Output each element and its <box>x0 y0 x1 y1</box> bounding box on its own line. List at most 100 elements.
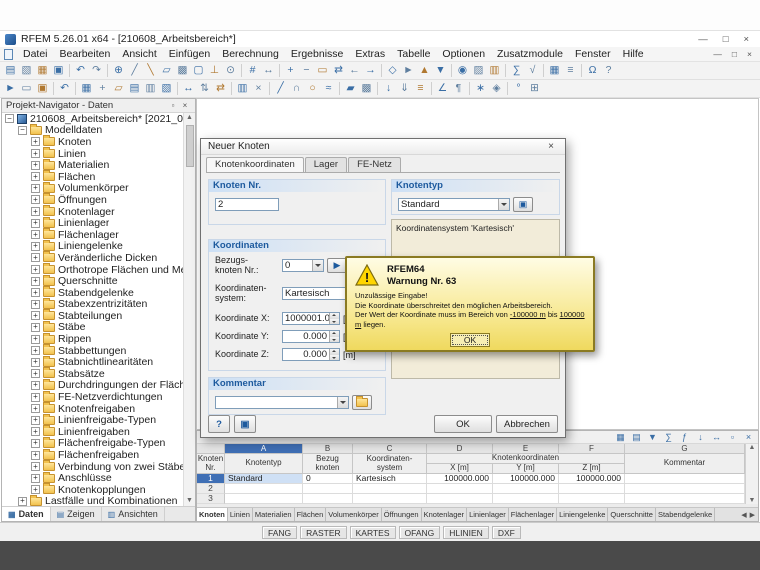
menu-item[interactable]: Tabelle <box>391 48 436 60</box>
expand-icon[interactable] <box>31 485 40 494</box>
node-type-select[interactable]: Standard <box>398 198 510 211</box>
delete-icon[interactable]: × <box>251 81 266 96</box>
plane-xz-icon[interactable]: ▧ <box>159 81 174 96</box>
display-settings-icon[interactable]: ∗ <box>473 81 488 96</box>
tree-item[interactable]: Liniengelenke <box>2 241 183 253</box>
column-letter[interactable]: G <box>625 444 745 454</box>
expand-icon[interactable] <box>31 265 40 274</box>
table-row[interactable]: 2 <box>197 484 745 494</box>
table-tab[interactable]: Querschnitte <box>608 508 656 521</box>
expand-icon[interactable] <box>31 219 40 228</box>
config-icon[interactable]: ⊞ <box>527 81 542 96</box>
modules-icon[interactable]: Ω <box>585 63 600 78</box>
snap-toggle[interactable]: FANG <box>262 526 297 539</box>
tree-item[interactable]: Stabteilungen <box>2 310 183 322</box>
isometric-view-icon[interactable]: ◇ <box>385 63 400 78</box>
cell-knotentyp[interactable] <box>225 494 303 504</box>
cell-y[interactable]: 100000.000 <box>493 474 559 484</box>
dialog-tab[interactable]: Knotenkoordinaten <box>206 157 304 172</box>
close-icon[interactable]: × <box>179 101 191 110</box>
new-opening-icon[interactable]: ▢ <box>191 63 206 78</box>
navigator-tab[interactable]: ▥ Ansichten <box>102 507 165 521</box>
tree-item[interactable]: Öffnungen <box>2 194 183 206</box>
expand-icon[interactable] <box>31 462 40 471</box>
tree-item[interactable]: Linienfreigaben <box>2 426 183 438</box>
tree-item[interactable]: Querschnitte <box>2 275 183 287</box>
new-member-icon[interactable]: ╲ <box>143 63 158 78</box>
table-tab[interactable]: Volumenkörper <box>326 508 381 521</box>
expand-icon[interactable] <box>31 393 40 402</box>
new-support-icon[interactable]: ⊥ <box>207 63 222 78</box>
table-view-icon[interactable]: ▦ <box>614 431 627 443</box>
new-surface-icon[interactable]: ▱ <box>159 63 174 78</box>
close-icon[interactable]: × <box>544 141 558 152</box>
coordinate-x-input[interactable]: 1000001.000 <box>282 312 340 325</box>
check-icon[interactable]: √ <box>525 63 540 78</box>
new-model-icon[interactable]: ▤ <box>3 63 18 78</box>
cell-x[interactable] <box>427 484 493 494</box>
node-type-settings-button[interactable]: ▣ <box>513 197 533 212</box>
warning-ok-button[interactable]: OK <box>450 333 490 347</box>
pin-icon[interactable]: ▫ <box>167 101 179 110</box>
mdi-close-icon[interactable]: × <box>747 49 752 59</box>
measure-icon[interactable]: ∠ <box>435 81 450 96</box>
pointer-icon[interactable]: ► <box>3 81 18 96</box>
snap-toggle[interactable]: OFANG <box>399 526 441 539</box>
menu-item[interactable]: Ansicht <box>116 48 162 60</box>
column-letter[interactable]: F <box>559 444 625 454</box>
calculate-icon[interactable]: ∑ <box>509 63 524 78</box>
close-icon[interactable]: × <box>743 34 749 45</box>
navigator-scrollbar[interactable]: ▲ ▼ <box>183 113 195 506</box>
menu-item[interactable]: Einfügen <box>163 48 216 60</box>
table-scrollbar[interactable]: ▲ ▼ <box>745 444 758 504</box>
row-header[interactable]: 2 <box>197 484 225 494</box>
undo-icon[interactable]: ↶ <box>73 63 88 78</box>
table-tab[interactable]: Linienlager <box>467 508 509 521</box>
expand-icon[interactable] <box>31 369 40 378</box>
plane-xy-icon[interactable]: ▤ <box>127 81 142 96</box>
draw-circle-icon[interactable]: ○ <box>305 81 320 96</box>
export-icon[interactable]: ↓ <box>694 431 707 443</box>
spinner-buttons[interactable] <box>329 349 339 360</box>
header-bezugknoten[interactable]: Bezugknoten <box>303 454 353 474</box>
coordinate-y-input[interactable]: 0.000 <box>282 330 340 343</box>
draw-line-icon[interactable]: ╱ <box>273 81 288 96</box>
units-icon[interactable]: ° <box>511 81 526 96</box>
row-header[interactable]: 1 <box>197 474 225 484</box>
mdi-minimize-icon[interactable]: — <box>713 49 722 59</box>
tree-item[interactable]: FE-Netzverdichtungen <box>2 391 183 403</box>
navigator-tab[interactable]: ▦ Daten <box>2 507 51 521</box>
cell-y[interactable] <box>493 484 559 494</box>
navigator-tab[interactable]: ▤ Zeigen <box>51 507 102 521</box>
tree-item[interactable]: Flächen <box>2 171 183 183</box>
rotate-icon[interactable]: ⇅ <box>197 81 212 96</box>
collapse-icon[interactable] <box>5 114 14 123</box>
tree-item[interactable]: Orthotrope Flächen und Membranen <box>2 264 183 276</box>
tables-icon[interactable]: ▦ <box>547 63 562 78</box>
tree-item[interactable]: Knoten <box>2 136 183 148</box>
tree-item[interactable]: Durchdringungen der Flächen <box>2 380 183 392</box>
cell-koordinatensystem[interactable]: Kartesisch <box>353 474 427 484</box>
reference-node-select[interactable]: 0 <box>282 259 324 272</box>
cell-y[interactable] <box>493 494 559 504</box>
column-letter[interactable]: A <box>225 444 303 454</box>
node-number-input[interactable]: 2 <box>215 198 279 211</box>
tree-item[interactable]: Flächenlager <box>2 229 183 241</box>
table-tab[interactable]: Flächen <box>295 508 327 521</box>
save-icon[interactable]: ▦ <box>35 63 50 78</box>
expand-icon[interactable] <box>31 253 40 262</box>
scroll-up-icon[interactable]: ▲ <box>749 444 756 451</box>
table-tab[interactable]: Stabendgelenke <box>656 508 715 521</box>
table-tab[interactable]: Flächenlager <box>509 508 557 521</box>
row-header[interactable]: 3 <box>197 494 225 504</box>
snap-toggle[interactable]: HLINIEN <box>443 526 489 539</box>
scroll-thumb[interactable] <box>186 125 194 167</box>
close-icon[interactable]: × <box>742 431 755 443</box>
expand-icon[interactable] <box>31 242 40 251</box>
cell-z[interactable] <box>559 494 625 504</box>
expand-icon[interactable] <box>31 288 40 297</box>
cell-x[interactable] <box>427 494 493 504</box>
move-icon[interactable]: ↔ <box>181 81 196 96</box>
cancel-button[interactable]: Abbrechen <box>496 415 558 433</box>
collapse-icon[interactable] <box>18 126 27 135</box>
